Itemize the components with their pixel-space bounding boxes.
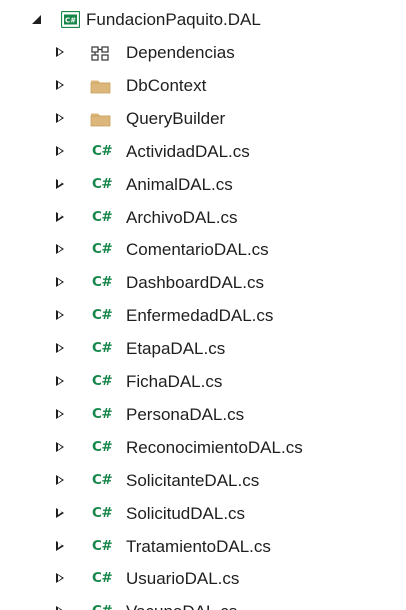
collapsed-arrow-icon[interactable] bbox=[56, 47, 64, 57]
csharp-file-icon: C# bbox=[92, 504, 113, 521]
collapsed-arrow-icon[interactable] bbox=[56, 343, 64, 354]
tree-row[interactable]: C# PersonaDAL.cs bbox=[0, 398, 406, 431]
tree-item-label[interactable]: UsuarioDAL.cs bbox=[126, 562, 239, 595]
tree-row[interactable]: C# ActividadDAL.cs bbox=[0, 135, 406, 168]
tree-item-label[interactable]: EnfermedadDAL.cs bbox=[126, 299, 273, 332]
tree-row[interactable]: QueryBuilder bbox=[0, 102, 406, 135]
collapsed-arrow-icon[interactable] bbox=[56, 211, 64, 222]
folder-icon bbox=[90, 113, 111, 127]
expanded-arrow-icon[interactable] bbox=[32, 15, 41, 24]
collapsed-arrow-icon[interactable] bbox=[56, 310, 64, 321]
csharp-file-icon: C# bbox=[92, 241, 113, 258]
tree-item-label[interactable]: ActividadDAL.cs bbox=[126, 135, 250, 168]
tree-item-label[interactable]: TratamientoDAL.cs bbox=[126, 530, 271, 563]
tree-row[interactable]: C# ReconocimientoDAL.cs bbox=[0, 431, 406, 464]
tree-row[interactable]: C# TratamientoDAL.cs bbox=[0, 530, 406, 563]
csharp-file-icon: C# bbox=[92, 570, 113, 587]
tree-item-label[interactable]: ReconocimientoDAL.cs bbox=[126, 431, 303, 464]
tree-item-label[interactable]: EtapaDAL.cs bbox=[126, 332, 225, 365]
tree-item-label[interactable]: QueryBuilder bbox=[126, 102, 225, 135]
csharp-file-icon: C# bbox=[92, 142, 113, 159]
tree-row[interactable]: DbContext bbox=[0, 69, 406, 102]
tree-row[interactable]: C# UsuarioDAL.cs bbox=[0, 562, 406, 595]
folder-icon bbox=[90, 80, 111, 94]
csharp-file-icon: C# bbox=[92, 340, 113, 357]
tree-item-label[interactable]: PersonaDAL.cs bbox=[126, 398, 244, 431]
collapsed-arrow-icon[interactable] bbox=[56, 441, 64, 452]
csharp-file-icon: C# bbox=[92, 537, 113, 554]
tree-row[interactable]: C# SolicitanteDAL.cs bbox=[0, 464, 406, 497]
tree-row[interactable]: C# EnfermedadDAL.cs bbox=[0, 299, 406, 332]
tree-row-project[interactable]: C# FundacionPaquito.DAL bbox=[0, 3, 406, 36]
tree-item-label[interactable]: DashboardDAL.cs bbox=[126, 266, 264, 299]
csharp-file-icon: C# bbox=[92, 307, 113, 324]
csharp-file-icon: C# bbox=[92, 373, 113, 389]
tree-row[interactable]: C# EtapaDAL.cs bbox=[0, 332, 406, 365]
project-label[interactable]: FundacionPaquito.DAL bbox=[86, 3, 261, 36]
collapsed-arrow-icon[interactable] bbox=[56, 277, 64, 288]
collapsed-arrow-icon[interactable] bbox=[56, 79, 64, 90]
csharp-project-icon: C# bbox=[61, 11, 80, 28]
tree-item-label[interactable]: SolicitudDAL.cs bbox=[126, 497, 245, 530]
collapsed-arrow-icon[interactable] bbox=[56, 112, 64, 123]
tree-item-label[interactable]: Dependencias bbox=[126, 36, 235, 69]
dependencies-icon bbox=[91, 46, 109, 61]
tree-row[interactable]: C# SolicitudDAL.cs bbox=[0, 497, 406, 530]
collapsed-arrow-icon[interactable] bbox=[56, 376, 64, 386]
solution-explorer-tree: C# FundacionPaquito.DAL Dependencias DbCo… bbox=[0, 0, 406, 610]
csharp-file-icon: C# bbox=[92, 274, 113, 291]
collapsed-arrow-icon[interactable] bbox=[56, 573, 64, 584]
collapsed-arrow-icon[interactable] bbox=[56, 244, 64, 255]
collapsed-arrow-icon[interactable] bbox=[56, 408, 64, 419]
collapsed-arrow-icon[interactable] bbox=[56, 178, 64, 189]
csharp-file-icon: C# bbox=[92, 405, 113, 422]
tree-item-label[interactable]: DbContext bbox=[126, 69, 206, 102]
tree-item-label[interactable]: SolicitanteDAL.cs bbox=[126, 464, 259, 497]
tree-item-label[interactable]: ComentarioDAL.cs bbox=[126, 233, 269, 266]
tree-item-label[interactable]: VacunaDAL.cs bbox=[126, 595, 237, 610]
tree-row[interactable]: C# AnimalDAL.cs bbox=[0, 168, 406, 201]
tree-row[interactable]: Dependencias bbox=[0, 36, 406, 69]
tree-item-label[interactable]: ArchivoDAL.cs bbox=[126, 201, 237, 234]
tree-row[interactable]: C# ArchivoDAL.cs bbox=[0, 201, 406, 234]
csharp-file-icon: C# bbox=[92, 208, 113, 225]
csharp-file-icon: C# bbox=[92, 438, 113, 455]
csharp-file-icon: C# bbox=[92, 471, 113, 488]
project-icon-text: C# bbox=[65, 17, 76, 25]
tree-row[interactable]: C# FichaDAL.cs bbox=[0, 365, 406, 398]
tree-row[interactable]: C# ComentarioDAL.cs bbox=[0, 233, 406, 266]
tree-item-label[interactable]: FichaDAL.cs bbox=[126, 365, 222, 398]
collapsed-arrow-icon[interactable] bbox=[56, 145, 64, 156]
tree-row[interactable]: C# VacunaDAL.cs bbox=[0, 595, 406, 610]
collapsed-arrow-icon[interactable] bbox=[56, 606, 64, 610]
csharp-file-icon: C# bbox=[92, 602, 113, 610]
csharp-file-icon: C# bbox=[92, 175, 113, 192]
collapsed-arrow-icon[interactable] bbox=[56, 474, 64, 485]
collapsed-arrow-icon[interactable] bbox=[56, 540, 64, 551]
tree-item-label[interactable]: AnimalDAL.cs bbox=[126, 168, 233, 201]
collapsed-arrow-icon[interactable] bbox=[56, 507, 64, 518]
tree-row[interactable]: C# DashboardDAL.cs bbox=[0, 266, 406, 299]
